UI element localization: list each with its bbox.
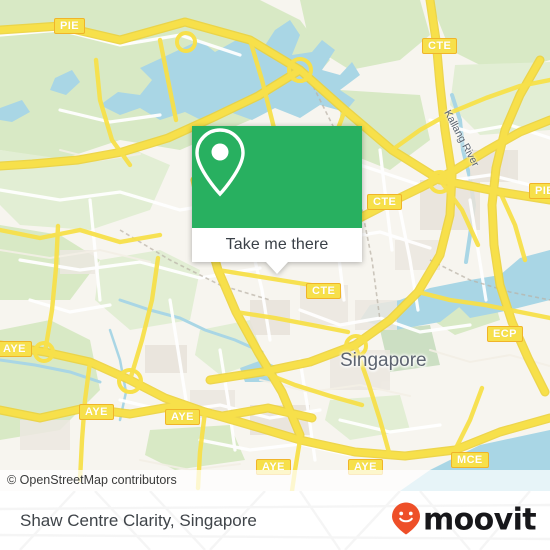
osm-attribution[interactable]: © OpenStreetMap contributors — [0, 470, 550, 491]
map-canvas[interactable]: .g{fill:#d8e9c5} .g2{fill:#e2eed4} .w{fi… — [0, 0, 550, 491]
highway-shield[interactable]: CTE — [306, 283, 342, 299]
take-me-there-popup[interactable]: Take me there — [192, 126, 362, 274]
place-name-label: Shaw Centre Clarity, Singapore — [20, 510, 257, 530]
highway-shield[interactable]: AYE — [79, 404, 114, 420]
take-me-there-label: Take me there — [225, 236, 329, 253]
highway-shield[interactable]: CTE — [367, 194, 403, 210]
popup-action-bar[interactable]: Take me there — [192, 228, 362, 262]
highway-shield[interactable]: MCE — [451, 452, 489, 468]
highway-shield[interactable]: PIE — [54, 18, 85, 34]
highway-shield[interactable]: AYE — [0, 341, 32, 357]
popup-header — [192, 126, 362, 228]
moovit-map-screenshot: .g{fill:#d8e9c5} .g2{fill:#e2eed4} .w{fi… — [0, 0, 550, 550]
moovit-logo[interactable]: moovit — [391, 501, 537, 540]
highway-shield[interactable]: AYE — [165, 409, 200, 425]
highway-shield[interactable]: PIE — [529, 183, 550, 199]
moovit-smiley-pin-icon — [391, 501, 421, 540]
moovit-wordmark: moovit — [422, 502, 537, 538]
bottom-info-bar: Shaw Centre Clarity, Singapore moovit — [0, 491, 550, 550]
highway-shield[interactable]: ECP — [487, 326, 523, 342]
highway-shield[interactable]: CTE — [422, 38, 458, 54]
map-label-city: Singapore — [340, 350, 427, 371]
popup-pointer — [266, 262, 288, 274]
